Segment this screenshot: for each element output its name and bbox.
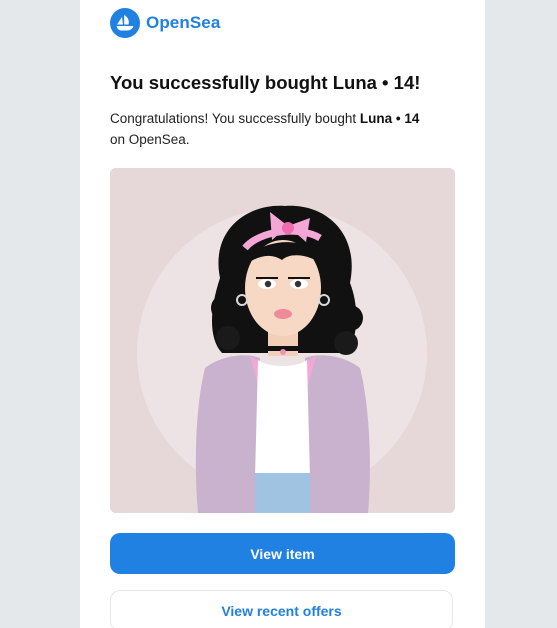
nft-illustration [110, 168, 455, 513]
message-suffix: on OpenSea. [110, 132, 190, 147]
view-recent-offers-button[interactable]: View recent offers [110, 590, 453, 628]
email-title: You successfully bought Luna • 14! [110, 72, 421, 93]
email-message: Congratulations! You successfully bought… [110, 108, 450, 150]
opensea-ship-icon [110, 8, 140, 38]
brand-name: OpenSea [146, 13, 221, 32]
nft-image[interactable] [110, 168, 455, 513]
item-name: Luna • 14 [359, 111, 420, 126]
view-item-button[interactable]: View item [110, 533, 455, 574]
opensea-logo[interactable]: OpenSea [110, 8, 220, 38]
email-page: OpenSea You successfully bought Luna • 1… [0, 0, 557, 628]
message-prefix: Congratulations! You successfully bought [110, 111, 360, 126]
